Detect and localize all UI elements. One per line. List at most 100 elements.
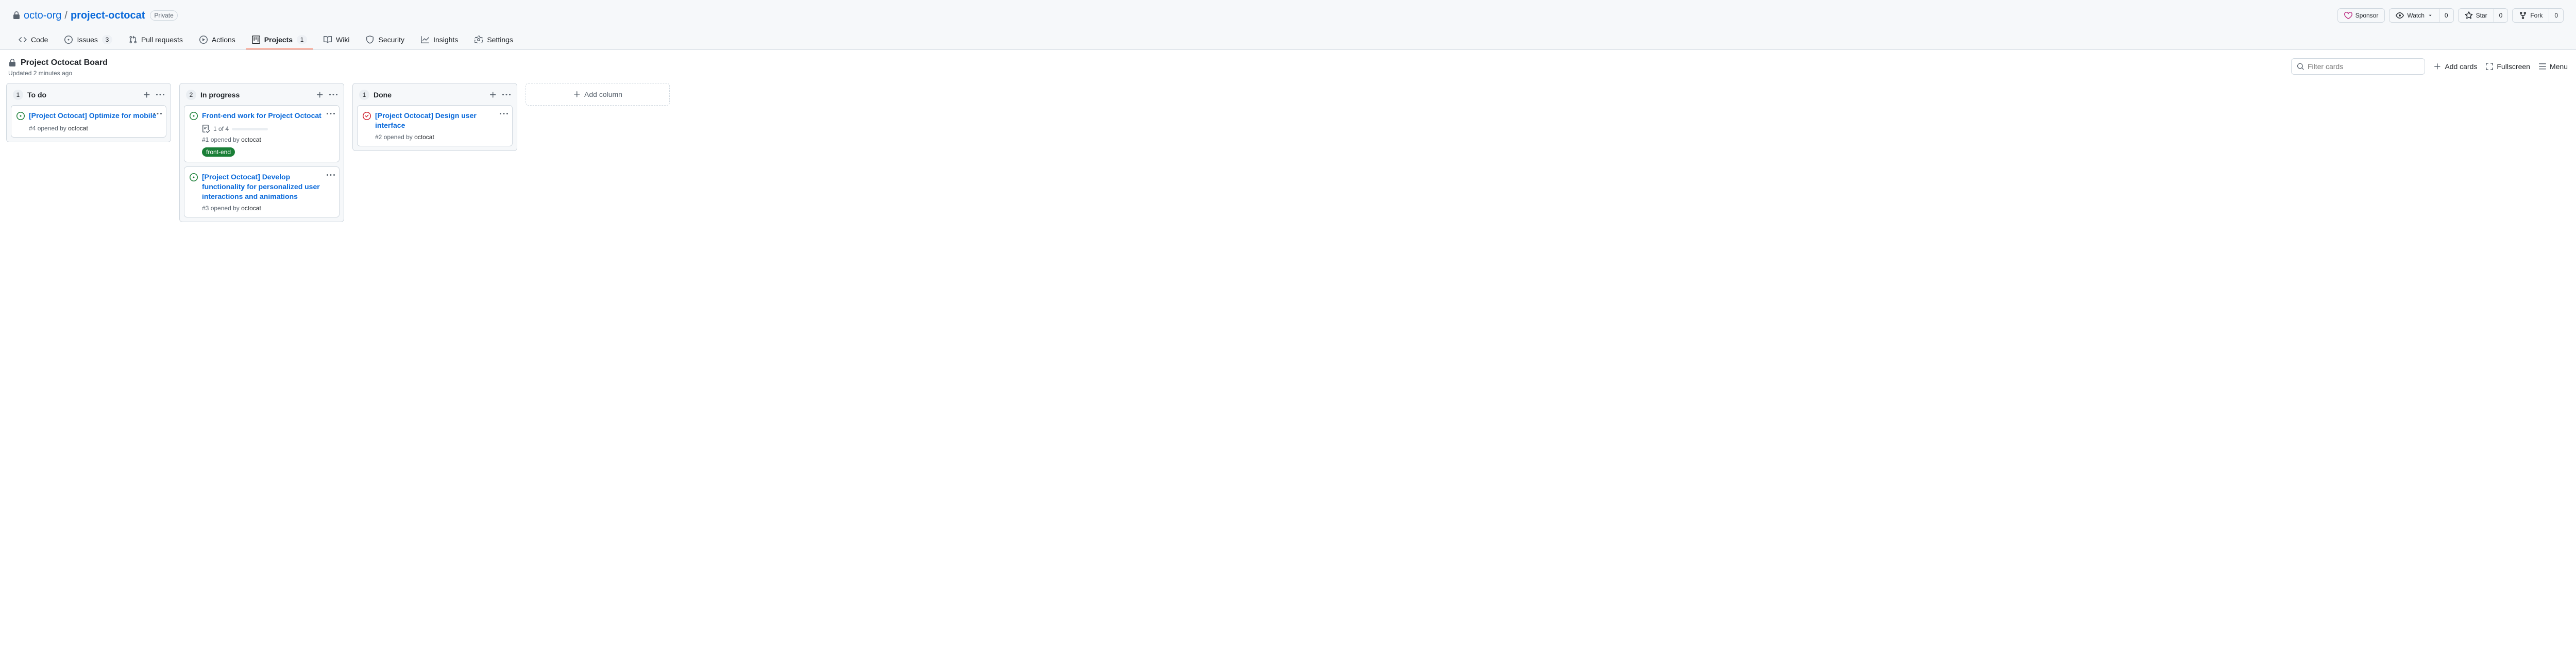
column-title: 2 In progress <box>186 90 240 100</box>
column-add-button[interactable] <box>489 91 497 99</box>
column-add-button[interactable] <box>316 91 324 99</box>
card-menu-button[interactable] <box>154 110 162 118</box>
watch-label: Watch <box>2407 12 2425 19</box>
menu-icon <box>2538 62 2547 71</box>
repo-nav: Code Issues 3 Pull requests Actions Proj… <box>12 31 2564 49</box>
sponsor-label: Sponsor <box>2355 12 2379 19</box>
fullscreen-label: Fullscreen <box>2497 62 2530 71</box>
column-menu-button[interactable] <box>156 91 164 99</box>
tab-insights-label: Insights <box>433 36 458 44</box>
tab-actions-label: Actions <box>212 36 235 44</box>
star-button[interactable]: Star <box>2458 8 2494 23</box>
tab-insights[interactable]: Insights <box>415 31 464 49</box>
search-icon <box>2297 62 2304 71</box>
tab-pulls-label: Pull requests <box>141 36 183 44</box>
column-title: 1 To do <box>13 90 46 100</box>
repo-link[interactable]: project-octocat <box>71 10 145 22</box>
tab-wiki[interactable]: Wiki <box>317 31 355 49</box>
card-author[interactable]: octocat <box>241 136 261 143</box>
checklist: 1 of 4 <box>202 125 334 133</box>
card-title-link[interactable]: [Project Octocat] Design user interface <box>375 111 507 130</box>
tab-security[interactable]: Security <box>360 31 411 49</box>
add-cards-link[interactable]: Add cards <box>2433 62 2477 71</box>
lock-icon <box>8 59 16 67</box>
plus-icon <box>489 91 497 99</box>
eye-icon <box>2396 11 2404 20</box>
add-column-label: Add column <box>584 90 622 98</box>
column-menu-button[interactable] <box>329 91 337 99</box>
fork-button[interactable]: Fork <box>2512 8 2549 23</box>
watch-count[interactable]: 0 <box>2439 8 2454 23</box>
card[interactable]: Front-end work for Project Octocat 1 of … <box>184 105 340 162</box>
star-count[interactable]: 0 <box>2494 8 2509 23</box>
tab-settings[interactable]: Settings <box>468 31 519 49</box>
tab-code[interactable]: Code <box>12 31 54 49</box>
card[interactable]: [Project Octocat] Optimize for mobile #4… <box>11 105 166 138</box>
card-verb: opened by <box>211 136 240 143</box>
card-menu-button[interactable] <box>327 110 335 118</box>
fork-icon <box>2519 11 2527 20</box>
add-column-button[interactable]: Add column <box>526 83 670 106</box>
tab-code-label: Code <box>31 36 48 44</box>
card-verb: opened by <box>211 205 240 212</box>
card-ref: #2 <box>375 133 382 141</box>
card-menu-button[interactable] <box>327 171 335 179</box>
fork-count[interactable]: 0 <box>2549 8 2564 23</box>
project-bar: Project Octocat Board Updated 2 minutes … <box>0 50 2576 83</box>
tab-actions[interactable]: Actions <box>193 31 242 49</box>
sponsor-button[interactable]: Sponsor <box>2337 8 2385 23</box>
search-box[interactable] <box>2291 58 2425 75</box>
card-title-link[interactable]: [Project Octocat] Optimize for mobile <box>29 111 156 121</box>
tab-pulls[interactable]: Pull requests <box>123 31 189 49</box>
menu-link[interactable]: Menu <box>2538 62 2568 71</box>
search-input[interactable] <box>2308 62 2419 71</box>
card-title-link[interactable]: [Project Octocat] Develop functionality … <box>202 172 334 201</box>
card-title-link[interactable]: Front-end work for Project Octocat <box>202 111 321 121</box>
card-menu-button[interactable] <box>500 110 508 118</box>
watch-button[interactable]: Watch <box>2389 8 2439 23</box>
card-author[interactable]: octocat <box>68 125 88 132</box>
plus-icon <box>2433 62 2442 71</box>
kebab-icon <box>500 110 508 118</box>
tab-wiki-label: Wiki <box>336 36 349 44</box>
plus-icon <box>573 90 581 98</box>
column-count: 1 <box>359 90 369 100</box>
pr-icon <box>129 36 137 44</box>
project-icon <box>252 36 260 44</box>
code-icon <box>19 36 27 44</box>
star-icon <box>2465 11 2473 20</box>
watch-group: Watch 0 <box>2389 8 2453 23</box>
plus-icon <box>316 91 324 99</box>
tab-settings-label: Settings <box>487 36 513 44</box>
column-menu-button[interactable] <box>502 91 511 99</box>
card[interactable]: [Project Octocat] Develop functionality … <box>184 166 340 217</box>
column-add-button[interactable] <box>143 91 151 99</box>
card-subtitle: #4 opened by octocat <box>29 125 161 132</box>
tab-issues[interactable]: Issues 3 <box>58 31 118 49</box>
star-label: Star <box>2476 12 2487 19</box>
card-ref: #1 <box>202 136 209 143</box>
tab-issues-label: Issues <box>77 36 97 44</box>
owner-link[interactable]: octo-org <box>24 10 61 22</box>
card-author[interactable]: octocat <box>241 205 261 212</box>
column-header: 1 To do <box>11 88 166 105</box>
breadcrumb-slash: / <box>64 10 67 22</box>
fork-label: Fork <box>2530 12 2543 19</box>
graph-icon <box>421 36 429 44</box>
fullscreen-link[interactable]: Fullscreen <box>2485 62 2530 71</box>
card-author[interactable]: octocat <box>414 133 434 141</box>
kebab-icon <box>502 91 511 99</box>
column: 1 Done [Project Octocat] Design <box>352 83 517 151</box>
label-tag[interactable]: front-end <box>202 147 235 157</box>
kebab-icon <box>329 91 337 99</box>
card[interactable]: [Project Octocat] Design user interface … <box>357 105 513 146</box>
tab-projects[interactable]: Projects 1 <box>246 31 313 49</box>
column-title: 1 Done <box>359 90 392 100</box>
project-title: Project Octocat Board <box>8 58 108 68</box>
repo-title: octo-org / project-octocat Private <box>12 10 178 22</box>
project-title-text: Project Octocat Board <box>21 58 108 68</box>
tab-projects-count: 1 <box>297 35 307 44</box>
board: 1 To do [Project Octocat] Optim <box>0 83 2576 234</box>
project-controls: Add cards Fullscreen Menu <box>2291 58 2568 75</box>
tab-projects-label: Projects <box>264 36 293 44</box>
